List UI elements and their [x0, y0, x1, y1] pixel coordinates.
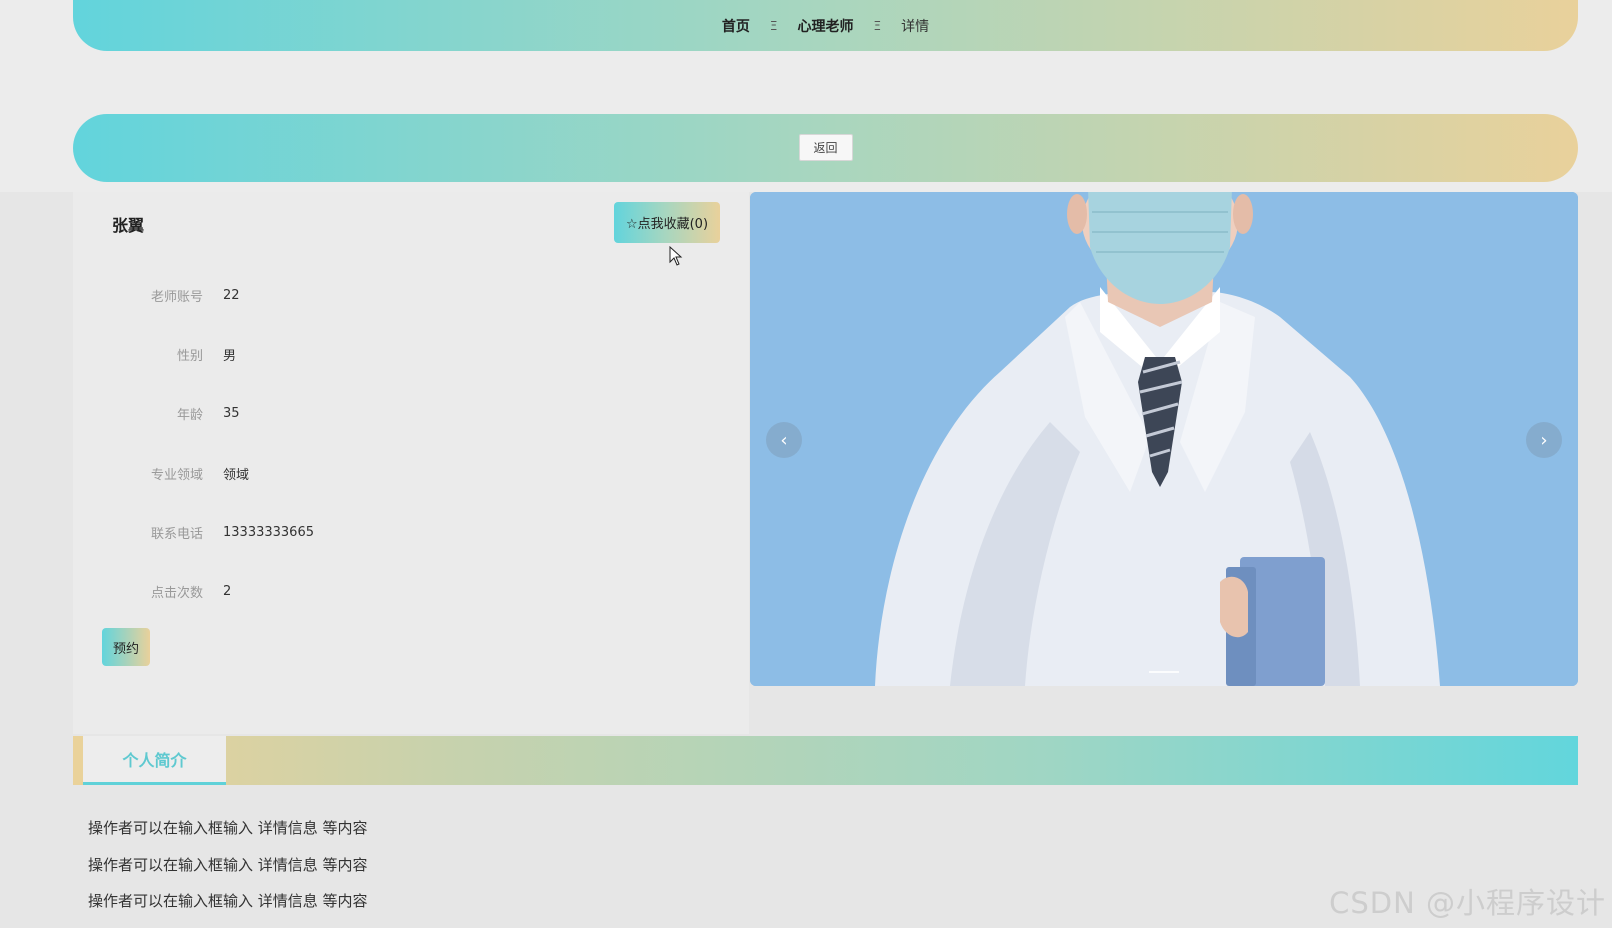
tab-intro[interactable]: 个人简介 — [83, 736, 226, 785]
intro-text: 操作者可以在输入框输入 详情信息 等内容 — [88, 819, 368, 837]
teacher-info-panel: 张翼 ☆点我收藏(0) 老师账号 22 性别 男 年龄 35 专业领域 领域 联… — [73, 192, 749, 734]
breadcrumb-separator: Ξ — [769, 18, 778, 33]
carousel-indicator[interactable] — [1149, 671, 1179, 673]
field-value: 男 — [223, 348, 237, 364]
intro-text: 操作者可以在输入框输入 详情信息 等内容 — [88, 892, 368, 910]
back-bar: 返回 — [73, 114, 1578, 182]
intro-text: 操作者可以在输入框输入 详情信息 等内容 — [88, 856, 368, 874]
field-value: 22 — [223, 287, 240, 303]
breadcrumb-separator: Ξ — [873, 18, 882, 33]
field-row-account: 老师账号 22 — [73, 285, 749, 305]
photo-carousel[interactable]: ‹ › — [750, 192, 1578, 686]
mouse-cursor-icon — [669, 246, 683, 266]
breadcrumb-teachers[interactable]: 心理老师 — [798, 16, 854, 36]
breadcrumb-home[interactable]: 首页 — [722, 16, 750, 36]
field-label: 点击次数 — [150, 585, 203, 601]
field-value: 35 — [223, 405, 240, 421]
carousel-prev-icon[interactable]: ‹ — [766, 422, 802, 458]
watermark: CSDN @小程序设计 — [1329, 886, 1606, 920]
field-value: 2 — [223, 583, 232, 599]
breadcrumb: 首页 Ξ 心理老师 Ξ 详情 — [73, 0, 1578, 51]
teacher-name: 张翼 — [112, 216, 145, 235]
tabs-bar: 个人简介 — [73, 736, 1578, 785]
appointment-button[interactable]: 预约 — [102, 628, 150, 666]
field-row-gender: 性别 男 — [73, 344, 749, 364]
field-label: 性别 — [176, 348, 203, 364]
field-row-clicks: 点击次数 2 — [73, 581, 749, 601]
field-label: 年龄 — [176, 407, 203, 423]
field-row-specialty: 专业领域 领域 — [73, 463, 749, 483]
field-label: 老师账号 — [150, 289, 203, 305]
field-label: 联系电话 — [150, 526, 203, 542]
field-label: 专业领域 — [150, 467, 203, 483]
field-value: 13333333665 — [223, 524, 314, 540]
breadcrumb-detail: 详情 — [901, 18, 930, 35]
favorite-button[interactable]: ☆点我收藏(0) — [614, 202, 720, 243]
field-row-phone: 联系电话 13333333665 — [73, 522, 749, 542]
field-value: 领域 — [223, 467, 250, 483]
back-button[interactable]: 返回 — [798, 133, 853, 161]
field-row-age: 年龄 35 — [73, 403, 749, 423]
doctor-photo — [750, 192, 1578, 686]
carousel-next-icon[interactable]: › — [1526, 422, 1562, 458]
